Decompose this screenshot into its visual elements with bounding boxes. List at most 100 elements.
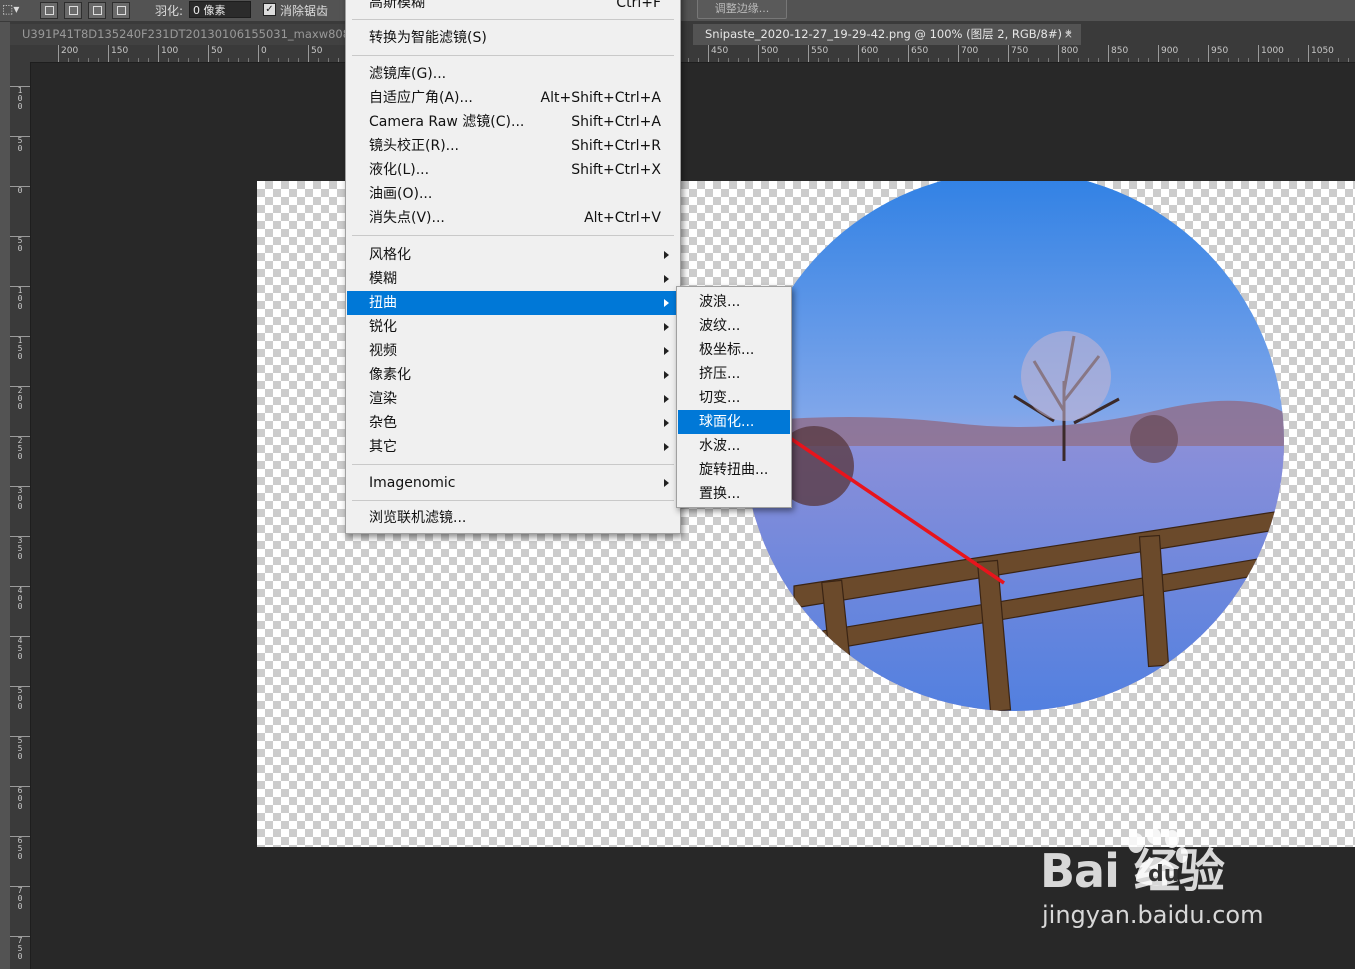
menu-item-label: Imagenomic: [369, 475, 456, 491]
document-tab-1[interactable]: U391P41T8D135240F231DT20130106155031_max…: [10, 24, 355, 45]
submenu-item-zigzag[interactable]: 水波...: [678, 434, 790, 458]
menu-item-liquify[interactable]: 液化(L)... Shift+Ctrl+X: [347, 158, 679, 182]
submenu-item-displace[interactable]: 置换...: [678, 482, 790, 506]
ruler-tick-label: 600: [10, 786, 30, 811]
ruler-minor-tick: [278, 58, 279, 62]
ruler-minor-tick: [878, 58, 879, 62]
ruler-minor-tick: [1168, 58, 1169, 62]
menu-item-imagenomic[interactable]: Imagenomic: [347, 471, 679, 495]
menu-item-label: 挤压...: [699, 366, 741, 382]
ruler-minor-tick: [798, 58, 799, 62]
menu-item-label: 转换为智能滤镜(S): [369, 30, 487, 46]
ruler-minor-tick: [1148, 58, 1149, 62]
marquee-tool-icon[interactable]: ⬚▾: [2, 2, 19, 16]
menu-item-pixelate[interactable]: 像素化: [347, 363, 679, 387]
ruler-tick-label: 650: [10, 836, 30, 861]
ruler-minor-tick: [748, 58, 749, 62]
ruler-tick-label: 750: [10, 936, 30, 961]
submenu-item-polar-coordinates[interactable]: 极坐标...: [678, 338, 790, 362]
submenu-item-wave[interactable]: 波浪...: [678, 290, 790, 314]
submenu-item-shear[interactable]: 切变...: [678, 386, 790, 410]
menu-item-vanishing-point[interactable]: 消失点(V)... Alt+Ctrl+V: [347, 206, 679, 230]
menu-item-lens-correction[interactable]: 镜头校正(R)... Shift+Ctrl+R: [347, 134, 679, 158]
ruler-minor-tick: [68, 58, 69, 62]
tab-label: Snipaste_2020-12-27_19-29-42.png @ 100% …: [705, 27, 1072, 41]
menu-item-label: 球面化...: [699, 414, 755, 430]
vertical-ruler[interactable]: 1005005010015020025030035040045050055060…: [10, 62, 31, 969]
menu-item-label: 消失点(V)...: [369, 210, 445, 226]
ruler-minor-tick: [168, 58, 169, 62]
ruler-tick-label: 50: [308, 45, 322, 62]
ruler-origin[interactable]: [10, 45, 31, 63]
menu-item-distort[interactable]: 扭曲: [347, 291, 679, 315]
submenu-item-pinch[interactable]: 挤压...: [678, 362, 790, 386]
ruler-minor-tick: [1078, 58, 1079, 62]
ruler-minor-tick: [888, 58, 889, 62]
menu-item-blur[interactable]: 模糊: [347, 267, 679, 291]
menu-separator: [352, 500, 674, 501]
ruler-minor-tick: [728, 58, 729, 62]
ruler-minor-tick: [228, 58, 229, 62]
menu-item-label: 极坐标...: [699, 342, 755, 358]
ruler-minor-tick: [718, 58, 719, 62]
ruler-tick-label: 1050: [1308, 45, 1334, 62]
ruler-minor-tick: [1098, 58, 1099, 62]
ruler-minor-tick: [118, 58, 119, 62]
menu-item-adaptive-wide-angle[interactable]: 自适应广角(A)... Alt+Shift+Ctrl+A: [347, 86, 679, 110]
menu-item-noise[interactable]: 杂色: [347, 411, 679, 435]
menu-item-label: 像素化: [369, 367, 411, 383]
ruler-tick-label: 450: [10, 636, 30, 661]
ruler-minor-tick: [688, 58, 689, 62]
ruler-minor-tick: [1298, 58, 1299, 62]
menu-item-render[interactable]: 渲染: [347, 387, 679, 411]
menu-item-camera-raw[interactable]: Camera Raw 滤镜(C)... Shift+Ctrl+A: [347, 110, 679, 134]
ruler-minor-tick: [1278, 58, 1279, 62]
menu-item-oil-paint[interactable]: 油画(O)...: [347, 182, 679, 206]
menu-item-sharpen[interactable]: 锐化: [347, 315, 679, 339]
menu-separator: [352, 19, 674, 20]
ruler-minor-tick: [968, 58, 969, 62]
new-selection-button[interactable]: [40, 2, 58, 19]
ruler-minor-tick: [828, 58, 829, 62]
ruler-minor-tick: [128, 58, 129, 62]
menu-item-stylize[interactable]: 风格化: [347, 243, 679, 267]
refine-edge-button[interactable]: 调整边缘...: [697, 0, 787, 19]
menu-item-gaussian-blur[interactable]: 高斯模糊 Ctrl+F: [347, 0, 679, 15]
ruler-tick-label: 50: [10, 136, 30, 153]
baidu-paw-icon: du: [1128, 829, 1188, 887]
menu-item-label: 其它: [369, 439, 397, 455]
horizontal-ruler[interactable]: 2001501005005010015020025030035040045050…: [30, 45, 1355, 63]
close-icon[interactable]: ×: [1064, 24, 1073, 45]
ruler-tick-label: 0: [258, 45, 267, 62]
submenu-arrow-icon: [664, 443, 669, 451]
ruler-minor-tick: [1188, 58, 1189, 62]
menu-item-filter-gallery[interactable]: 滤镜库(G)...: [347, 62, 679, 86]
menu-item-label: 波浪...: [699, 294, 741, 310]
menu-item-label: 高斯模糊: [369, 0, 425, 11]
menu-separator: [352, 235, 674, 236]
ruler-tick-label: 300: [10, 486, 30, 511]
menu-item-convert-smart-filter[interactable]: 转换为智能滤镜(S): [347, 26, 679, 50]
submenu-item-spherize[interactable]: 球面化...: [678, 410, 790, 434]
menu-item-video[interactable]: 视频: [347, 339, 679, 363]
ruler-minor-tick: [788, 58, 789, 62]
intersect-selection-button[interactable]: [112, 2, 130, 19]
menu-item-label: 切变...: [699, 390, 741, 406]
submenu-item-ripple[interactable]: 波纹...: [678, 314, 790, 338]
ruler-minor-tick: [1248, 58, 1249, 62]
feather-input[interactable]: 0 像素: [189, 1, 251, 18]
submenu-item-twirl[interactable]: 旋转扭曲...: [678, 458, 790, 482]
add-selection-button[interactable]: [64, 2, 82, 19]
document-tab-2[interactable]: Snipaste_2020-12-27_19-29-42.png @ 100% …: [693, 24, 1081, 45]
ruler-minor-tick: [178, 58, 179, 62]
ruler-minor-tick: [1018, 58, 1019, 62]
ruler-minor-tick: [188, 58, 189, 62]
menu-item-browse-filters-online[interactable]: 浏览联机滤镜...: [347, 506, 679, 530]
menu-item-other[interactable]: 其它: [347, 435, 679, 459]
ruler-minor-tick: [88, 58, 89, 62]
antialias-checkbox[interactable]: ✓: [263, 3, 276, 16]
menu-item-shortcut: Shift+Ctrl+X: [571, 162, 661, 178]
submenu-arrow-icon: [664, 479, 669, 487]
subtract-selection-button[interactable]: [88, 2, 106, 19]
submenu-arrow-icon: [664, 347, 669, 355]
